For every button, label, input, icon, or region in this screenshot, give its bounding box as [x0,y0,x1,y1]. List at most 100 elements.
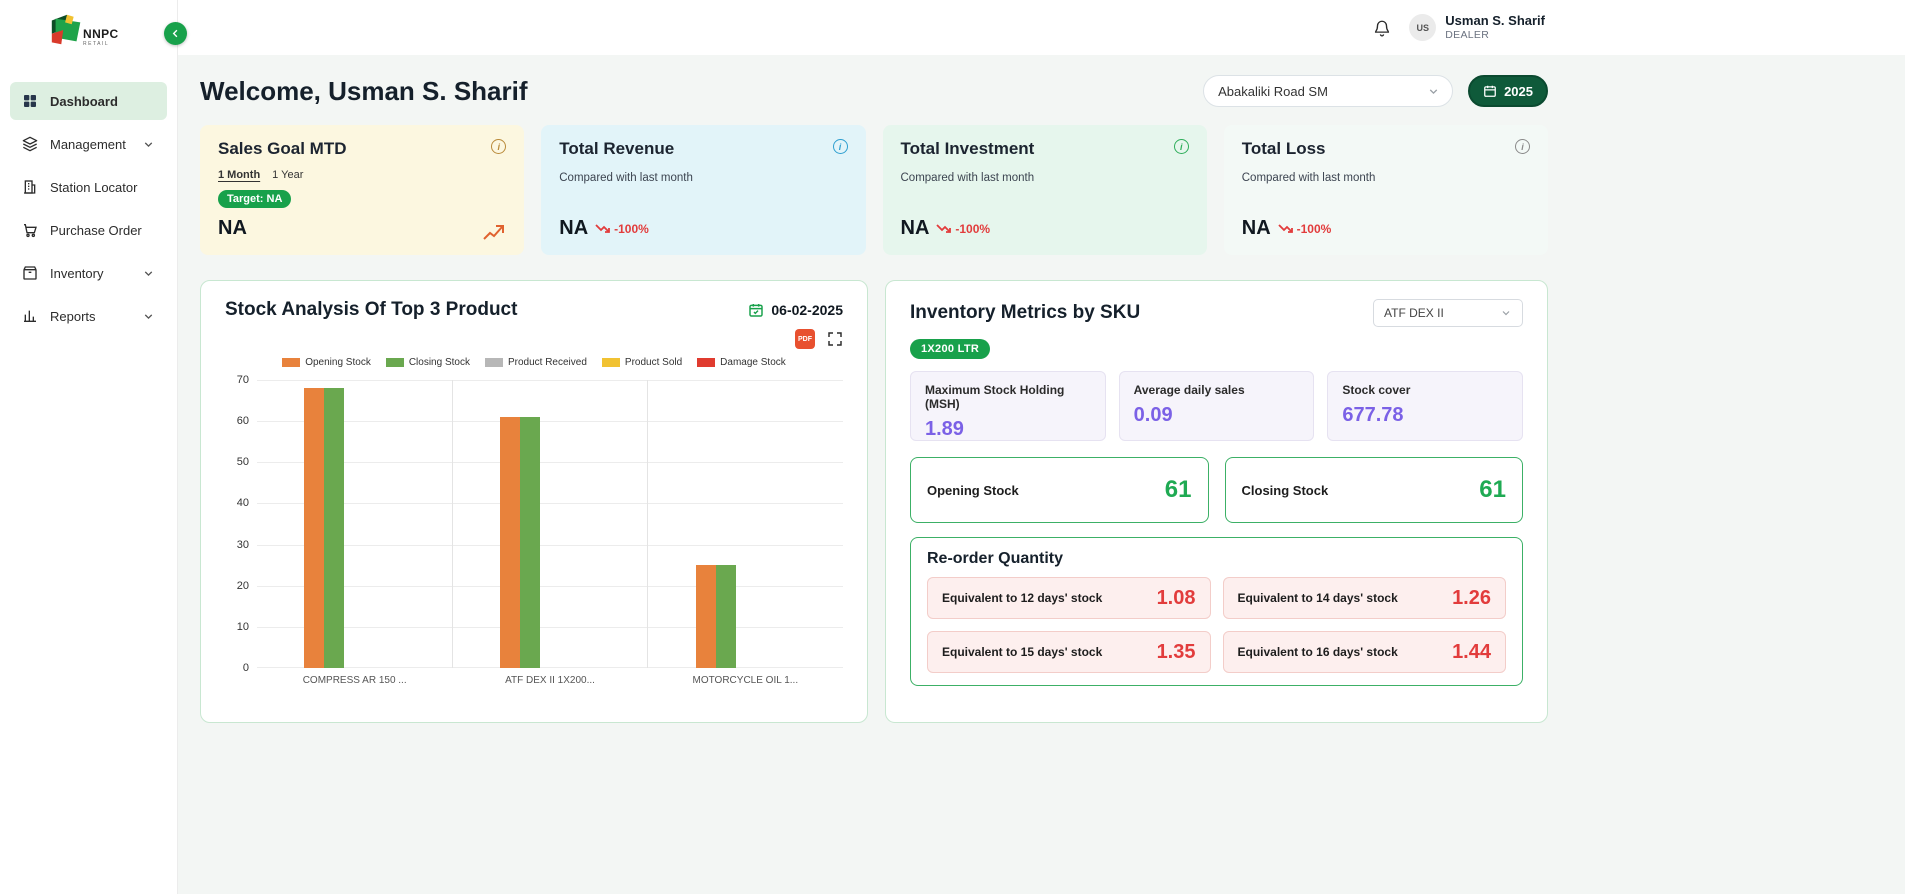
avatar: US [1409,14,1437,41]
chart-categories: COMPRESS AR 150 ... ATF DEX II 1X200... MO… [257,675,843,686]
info-icon[interactable]: i [1173,139,1189,154]
stock-value: 61 [1479,476,1506,503]
delta-value: -100% [1296,221,1332,236]
reorder-item: Equivalent to 14 days' stock 1.26 [1222,577,1506,619]
sidebar-nav: Dashboard Management Station Locator Pur… [0,56,177,335]
stock-value: 61 [1164,476,1192,503]
stock-bar-chart: Opening Stock Closing Stock Product Receiv… [225,357,843,686]
chart-plot [257,380,843,668]
target-badge: Target: NA [218,190,292,208]
metric-value: 677.78 [1342,404,1404,426]
inventory-box-icon [22,265,38,281]
delta-value: -100% [614,221,649,236]
stat-title: Total Loss [1241,139,1326,158]
user-menu[interactable]: US Usman S. Sharif DEALER [1409,13,1545,41]
sidebar: NNPC RETAIL Dashboard Management Station… [0,0,178,894]
legend-item: Opening Stock [282,357,371,368]
page-title: Welcome, Usman S. Sharif [200,75,528,106]
legend-item: Closing Stock [385,357,470,368]
dashboard-grid-icon [22,93,38,109]
stat-subtitle: Compared with last month [900,172,1035,184]
tab-1-year[interactable]: 1 Year [272,169,303,181]
bar-group [451,380,648,668]
category-label: MOTORCYCLE OIL 1... [692,675,799,686]
sidebar-item-label: Reports [50,308,96,324]
bar [695,565,716,668]
date-picker[interactable]: 06-02-2025 [748,302,843,318]
sidebar-item-label: Inventory [50,265,104,281]
pdf-export-icon[interactable]: PDF [795,329,815,349]
sidebar-item-label: Management [50,136,126,152]
stock-label: Closing Stock [1241,482,1329,498]
sidebar-item-inventory[interactable]: Inventory [10,254,167,292]
chevron-down-icon [142,310,155,323]
reorder-quantity-section: Re-order Quantity Equivalent to 12 days'… [910,537,1523,686]
total-loss-card: Total Loss i Compared with last month NA… [1223,125,1548,255]
bar-group [647,380,843,668]
chevron-down-icon [1429,88,1438,94]
chevron-down-icon [142,138,155,151]
total-investment-card: Total Investment i Compared with last mo… [882,125,1207,255]
sidebar-item-purchase-order[interactable]: Purchase Order [10,211,167,249]
reorder-label: Equivalent to 15 days' stock [942,645,1103,659]
chart-groups [257,380,843,668]
chevron-left-icon [172,29,178,38]
expand-icon[interactable] [827,331,843,347]
sidebar-item-dashboard[interactable]: Dashboard [10,82,167,120]
info-icon[interactable]: i [832,139,848,154]
metric-stock-cover: Stock cover 677.78 [1327,371,1523,441]
sidebar-item-label: Purchase Order [50,222,142,238]
sidebar-item-reports[interactable]: Reports [10,297,167,335]
notification-bell-icon[interactable] [1373,19,1391,37]
inventory-metrics-panel: Inventory Metrics by SKU ATF DEX II 1X20… [885,280,1548,723]
year-select-button[interactable]: 2025 [1468,75,1548,107]
bar [500,417,520,668]
sidebar-item-station-locator[interactable]: Station Locator [10,168,167,206]
reorder-title: Re-order Quantity [927,550,1064,567]
topbar: US Usman S. Sharif DEALER [178,0,1905,55]
stat-subtitle: Compared with last month [559,172,693,184]
category-label: ATF DEX II 1X200... [505,675,595,686]
bar-group [257,380,452,668]
bar [304,388,325,668]
reorder-item: Equivalent to 16 days' stock 1.44 [1222,631,1506,673]
stock-summary-row: Opening Stock 61 Closing Stock 61 [910,457,1523,523]
metric-value: 1.89 [925,418,964,440]
stat-title: Sales Goal MTD [218,139,347,158]
reorder-label: Equivalent to 14 days' stock [1237,591,1398,605]
delta-down: -100% [1278,221,1332,236]
sidebar-item-management[interactable]: Management [10,125,167,163]
delta-down: -100% [936,222,990,236]
metric-label: Stock cover [1342,383,1411,397]
trend-down-icon [1278,223,1293,233]
trend-up-icon [482,222,508,242]
nnpc-logo-mark [51,14,81,45]
sku-selected-value: ATF DEX II [1384,306,1444,320]
metric-msh: Maximum Stock Holding (MSH) 1.89 [910,371,1106,441]
chevron-down-icon [1502,311,1510,316]
stat-title: Total Revenue [559,139,675,158]
stat-value: NA [1241,217,1271,239]
metric-label: Average daily sales [1133,383,1245,397]
legend-item: Product Sold [601,357,682,368]
reorder-value: 1.35 [1156,640,1196,663]
info-icon[interactable]: i [1515,139,1530,154]
metric-avg-daily-sales: Average daily sales 0.09 [1118,371,1315,441]
delta-down: -100% [595,222,649,236]
closing-stock-box: Closing Stock 61 [1224,457,1523,523]
sidebar-collapse-button[interactable] [164,22,187,45]
pack-size-badge: 1X200 LTR [910,339,991,359]
station-select[interactable]: Abakaliki Road SM [1203,75,1454,107]
trend-down-icon [595,223,611,233]
bar [520,417,540,668]
stat-title: Total Investment [900,139,1035,158]
tab-1-month[interactable]: 1 Month [218,169,260,181]
panel-title: Inventory Metrics by SKU [910,302,1141,323]
info-icon[interactable]: i [491,139,507,154]
reorder-label: Equivalent to 16 days' stock [1237,645,1398,659]
brand-subtitle: RETAIL [83,40,110,47]
chevron-down-icon [142,267,155,280]
sku-select[interactable]: ATF DEX II [1373,299,1523,327]
reorder-value: 1.44 [1452,640,1491,663]
reorder-value: 1.26 [1452,586,1491,609]
